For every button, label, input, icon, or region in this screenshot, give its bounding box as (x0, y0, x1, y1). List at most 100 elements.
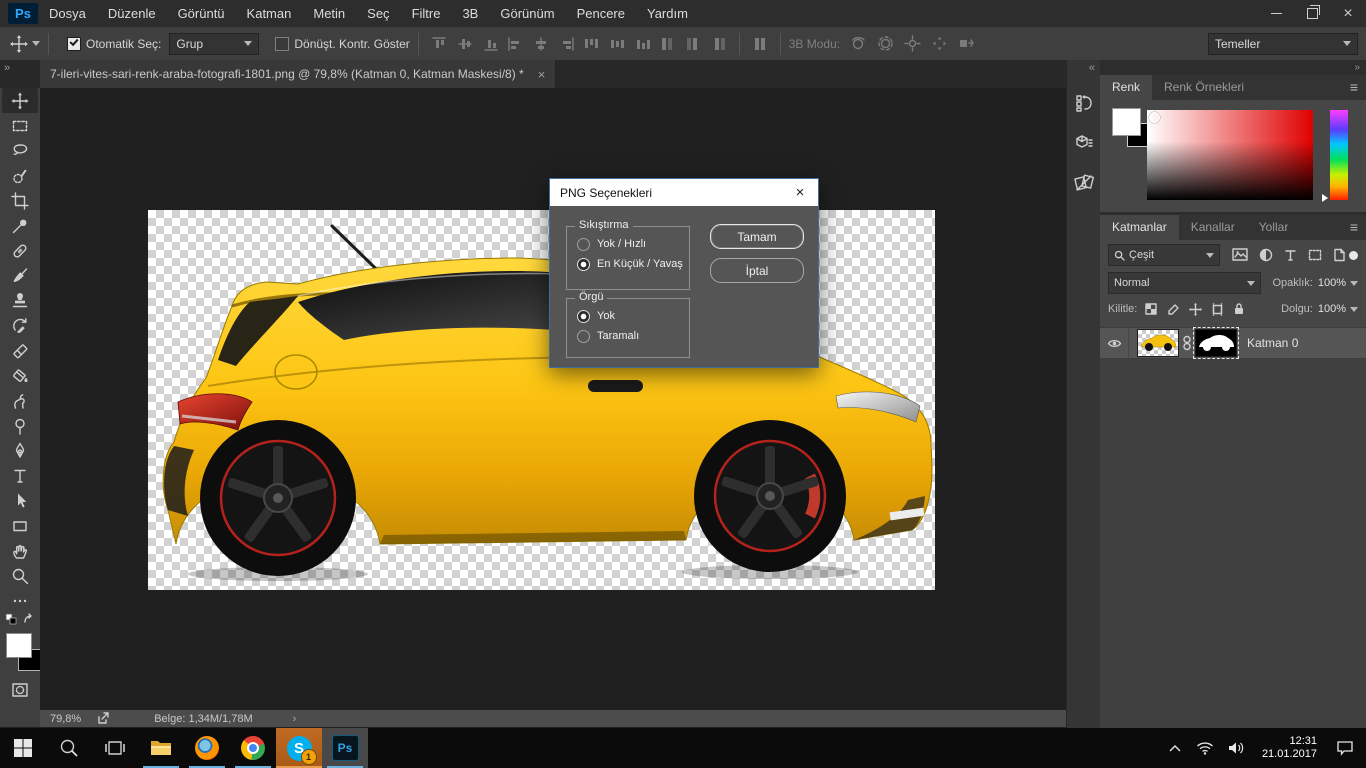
clone-stamp-tool[interactable] (2, 288, 38, 313)
firefox-button[interactable] (184, 728, 230, 768)
dock-collapse-icon[interactable]: » (1100, 60, 1366, 75)
lock-all-icon[interactable] (1233, 302, 1245, 316)
photoshop-taskbar-button[interactable]: Ps (322, 728, 368, 768)
distribute-right-icon[interactable] (711, 36, 727, 52)
transform-controls-checkbox[interactable] (275, 37, 289, 51)
3d-panel-button[interactable] (1071, 130, 1097, 156)
align-horizontal-centers-icon[interactable] (533, 36, 549, 52)
blend-mode-dropdown[interactable]: Normal (1108, 272, 1261, 294)
volume-tray-button[interactable] (1228, 741, 1245, 755)
file-explorer-button[interactable] (138, 728, 184, 768)
swap-colors-icon[interactable] (22, 613, 35, 626)
menu-sec[interactable]: Seç (356, 0, 400, 27)
menu-filtre[interactable]: Filtre (401, 0, 452, 27)
menu-duzenle[interactable]: Düzenle (97, 0, 167, 27)
chrome-button[interactable] (230, 728, 276, 768)
layers-panel-menu-icon[interactable]: ≡ (1350, 215, 1358, 240)
3d-slide-icon[interactable] (931, 35, 948, 52)
radio-en-kucuk-yavas[interactable]: En Küçük / Yavaş (567, 254, 689, 274)
distribute-left-icon[interactable] (659, 36, 675, 52)
collapse-dock-icon[interactable]: « (1067, 60, 1101, 76)
type-tool[interactable] (2, 463, 38, 488)
color-panel-menu-icon[interactable]: ≡ (1350, 75, 1358, 100)
tray-expand-button[interactable] (1168, 743, 1182, 753)
distribute-spacing-icon[interactable] (752, 36, 768, 52)
dialog-title-bar[interactable]: PNG Seçenekleri × (550, 179, 818, 206)
hand-tool[interactable] (2, 538, 38, 563)
layer-mask-thumbnail[interactable] (1195, 329, 1237, 357)
menu-3b[interactable]: 3B (451, 0, 489, 27)
marquee-tool[interactable] (2, 113, 38, 138)
opacity-caret-icon[interactable] (1350, 281, 1358, 286)
export-icon[interactable] (97, 712, 110, 725)
layer-row-katman-0[interactable]: Katman 0 (1100, 327, 1366, 359)
menu-goruntu[interactable]: Görüntü (167, 0, 236, 27)
workspace-dropdown[interactable]: Temeller (1208, 33, 1358, 55)
lock-transparent-icon[interactable] (1145, 303, 1158, 316)
auto-select-checkbox[interactable] (67, 37, 81, 51)
zoom-level[interactable]: 79,8% (50, 713, 81, 725)
distribute-top-icon[interactable] (583, 36, 599, 52)
lock-position-icon[interactable] (1189, 303, 1202, 316)
opacity-value[interactable]: 100% (1318, 277, 1346, 289)
fill-value[interactable]: 100% (1318, 303, 1346, 315)
tab-kanallar[interactable]: Kanallar (1179, 215, 1247, 240)
filter-adjustment-layers-icon[interactable] (1259, 248, 1273, 262)
3d-roll-icon[interactable] (877, 35, 894, 52)
eyedropper-tool[interactable] (2, 213, 38, 238)
toolbar-expand-icon[interactable]: » (4, 62, 8, 74)
mask-link-icon[interactable] (1182, 335, 1192, 351)
align-vertical-centers-icon[interactable] (457, 36, 473, 52)
hue-slider[interactable] (1330, 110, 1348, 200)
action-center-button[interactable] (1336, 740, 1354, 756)
filtering-toggle[interactable] (1349, 251, 1358, 260)
dialog-close-icon[interactable]: × (782, 184, 818, 201)
document-tab[interactable]: 7-ileri-vites-sari-renk-araba-fotografi-… (40, 60, 556, 88)
ok-button[interactable]: Tamam (710, 224, 804, 249)
start-button[interactable] (0, 728, 46, 768)
distribute-bottom-icon[interactable] (635, 36, 651, 52)
minimize-button[interactable] (1258, 1, 1294, 27)
skype-button[interactable]: S 1 (276, 728, 322, 768)
smudge-tool[interactable] (2, 388, 38, 413)
align-left-edges-icon[interactable] (507, 36, 523, 52)
auto-select-target-dropdown[interactable]: Grup (169, 33, 259, 55)
close-button[interactable]: × (1330, 1, 1366, 27)
quick-mask-button[interactable] (2, 677, 38, 702)
align-right-edges-icon[interactable] (559, 36, 575, 52)
notes-panel-button[interactable] (1071, 170, 1097, 196)
tab-renk-ornekleri[interactable]: Renk Örnekleri (1152, 75, 1256, 100)
lasso-tool[interactable] (2, 138, 38, 163)
wifi-tray-button[interactable] (1196, 741, 1214, 755)
lock-paint-icon[interactable] (1167, 303, 1180, 316)
status-chevron-icon[interactable]: › (293, 713, 297, 725)
layer-thumbnail[interactable] (1137, 329, 1179, 357)
foreground-color-well[interactable] (1112, 108, 1141, 136)
foreground-color-swatch[interactable] (6, 633, 32, 658)
move-tool[interactable] (2, 88, 38, 113)
3d-rotate-icon[interactable] (850, 35, 867, 52)
filter-type-layers-icon[interactable] (1284, 249, 1297, 262)
filter-pixel-layers-icon[interactable] (1232, 248, 1248, 262)
cancel-button[interactable]: İptal (710, 258, 804, 283)
radio-orgu-yok[interactable]: Yok (567, 306, 689, 326)
default-colors-icon[interactable] (5, 613, 18, 626)
distribute-vertical-centers-icon[interactable] (609, 36, 625, 52)
tab-renk[interactable]: Renk (1100, 75, 1152, 100)
fill-caret-icon[interactable] (1350, 307, 1358, 312)
radio-taramali[interactable]: Taramalı (567, 326, 689, 346)
tab-katmanlar[interactable]: Katmanlar (1100, 215, 1179, 240)
move-tool-preset[interactable] (10, 35, 40, 53)
path-selection-tool[interactable] (2, 488, 38, 513)
history-brush-tool[interactable] (2, 313, 38, 338)
3d-drag-icon[interactable] (904, 35, 921, 52)
history-panel-button[interactable] (1071, 90, 1097, 116)
zoom-tool[interactable] (2, 563, 38, 588)
restore-button[interactable] (1294, 1, 1330, 27)
align-top-edges-icon[interactable] (431, 36, 447, 52)
rectangle-tool[interactable] (2, 513, 38, 538)
menu-katman[interactable]: Katman (236, 0, 303, 27)
lock-artboard-icon[interactable] (1211, 303, 1224, 316)
pen-tool[interactable] (2, 438, 38, 463)
brush-tool[interactable] (2, 263, 38, 288)
